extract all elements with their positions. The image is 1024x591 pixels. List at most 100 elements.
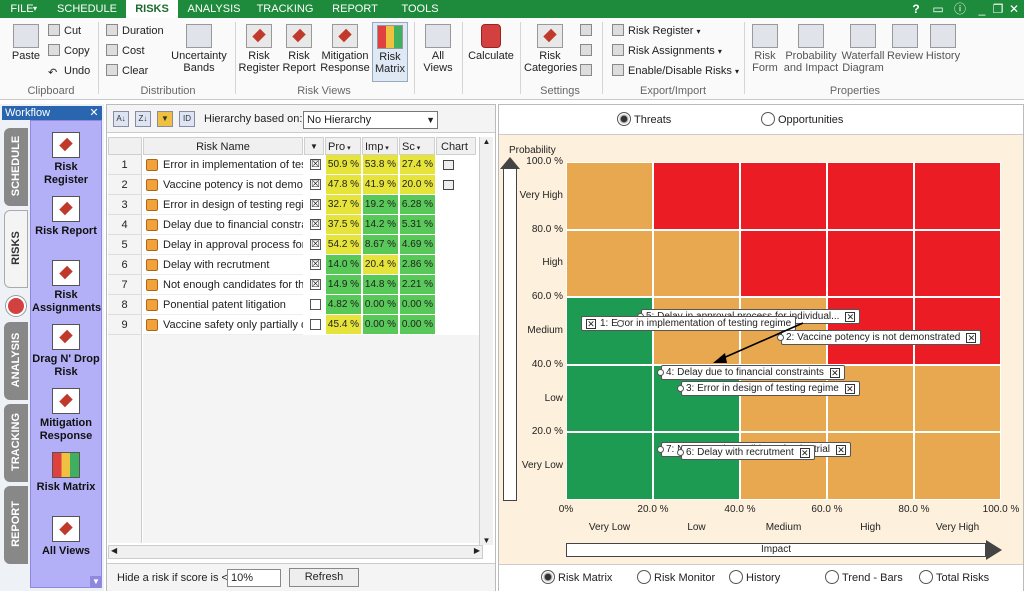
view-trend-bars-radio[interactable]: Trend - Bars [825, 570, 903, 586]
paste-button[interactable]: Paste [8, 24, 44, 62]
risk-point[interactable] [677, 448, 684, 456]
chart-cell-icon[interactable] [443, 160, 454, 170]
risk-enabled-checkbox[interactable]: ☒ [310, 239, 321, 250]
risk-register-button[interactable]: Risk Register [238, 24, 280, 74]
view-risk-matrix-radio[interactable]: Risk Matrix [541, 570, 612, 586]
workflow-risk-report[interactable]: Risk Report [32, 196, 100, 238]
risk-callout[interactable]: 3: Error in design of testing regime ✕ [681, 381, 860, 397]
matrix-cell[interactable] [566, 297, 653, 365]
close-icon[interactable]: ✕ [836, 444, 846, 455]
risk-callout[interactable]: 2: Vaccine potency is not demonstrated ✕ [781, 330, 982, 346]
matrix-cell[interactable] [827, 162, 914, 230]
restore-icon[interactable]: ❐ [990, 0, 1006, 18]
row-number[interactable]: 1 [108, 155, 142, 175]
workflow-risk-assignments[interactable]: Risk Assignments [32, 260, 101, 315]
settings-icon-3[interactable] [580, 64, 596, 78]
table-row-name[interactable]: Delay with recrutment [143, 255, 303, 275]
row-number[interactable]: 6 [108, 255, 142, 275]
workflow-drag-drop-risk[interactable]: Drag N' Drop Risk [32, 324, 100, 379]
risk-enabled-checkbox[interactable]: ☒ [310, 199, 321, 210]
col-header-chart[interactable]: Chart [436, 137, 476, 155]
tab-report[interactable]: REPORT [328, 0, 382, 18]
sidebar-tab-risks[interactable]: RISKS [4, 210, 28, 288]
workflow-risk-register[interactable]: Risk Register [32, 132, 100, 187]
calculate-button[interactable]: Calculate [466, 24, 516, 62]
close-icon[interactable]: ✕ [844, 384, 855, 395]
probability-cell[interactable]: 14.0 % [326, 255, 361, 275]
matrix-cell[interactable] [914, 162, 1001, 230]
workflow-all-views[interactable]: All Views [32, 516, 100, 558]
workflow-risk-matrix[interactable]: Risk Matrix [32, 452, 100, 494]
risk-callout[interactable]: 6: Delay with recrutment ✕ [681, 444, 815, 460]
waterfall-diagram-button[interactable]: Waterfall Diagram [840, 24, 886, 74]
settings-icon-1[interactable] [580, 24, 596, 38]
opportunities-radio[interactable]: Opportunities [761, 112, 843, 128]
minimize-icon[interactable]: _ [974, 0, 990, 18]
close-icon[interactable]: ✕ [966, 333, 977, 344]
tab-analysis[interactable]: ANALYSIS [184, 0, 244, 18]
col-header-impact[interactable]: Imp ▾ [362, 137, 398, 155]
copy-button[interactable]: Copy [48, 44, 90, 58]
col-header-probability[interactable]: Pro ▾ [325, 137, 361, 155]
risk-enabled-checkbox[interactable]: ☒ [310, 179, 321, 190]
score-cell[interactable]: 0.00 % [400, 315, 435, 335]
scroll-down-icon[interactable]: ▼ [90, 576, 102, 588]
table-row-name[interactable]: Delay due to financial constrain [143, 215, 303, 235]
risk-enabled-checkbox[interactable]: ☒ [310, 219, 321, 230]
risk-enabled-checkbox[interactable]: ☒ [310, 159, 321, 170]
close-icon[interactable]: ✕ [586, 318, 596, 329]
impact-cell[interactable]: 0.00 % [363, 295, 398, 315]
grid-vertical-scrollbar[interactable]: ▲ ▼ [479, 137, 493, 545]
risk-point[interactable] [617, 319, 624, 327]
matrix-cell[interactable] [740, 229, 827, 298]
matrix-cell[interactable] [914, 432, 1001, 500]
sidebar-tab-analysis[interactable]: ANALYSIS [4, 322, 28, 400]
score-cell[interactable]: 27.4 % [400, 155, 435, 175]
col-header-score[interactable]: Sc ▾ [399, 137, 435, 155]
close-icon[interactable]: ✕ [799, 447, 810, 458]
sidebar-tab-schedule[interactable]: SCHEDULE [4, 128, 28, 206]
duration-button[interactable]: Duration [106, 24, 164, 38]
score-cell[interactable]: 5.31 % [400, 215, 435, 235]
impact-cell[interactable]: 0.00 % [363, 315, 398, 335]
all-views-button[interactable]: All Views [420, 24, 456, 74]
matrix-cell[interactable] [566, 229, 653, 298]
scroll-left-icon[interactable]: ◀ [111, 546, 117, 555]
matrix-cell[interactable] [653, 229, 740, 298]
feedback-icon[interactable]: ▭ [930, 0, 946, 18]
review-button[interactable]: Review [886, 24, 924, 62]
file-menu-dropdown-icon[interactable]: ▾ [30, 0, 40, 18]
probability-cell[interactable]: 14.9 % [326, 275, 361, 295]
row-number[interactable]: 2 [108, 175, 142, 195]
table-row-name[interactable]: Not enough candidates for the t [143, 275, 303, 295]
risk-report-button[interactable]: Risk Report [280, 24, 318, 74]
impact-cell[interactable]: 41.9 % [363, 175, 398, 195]
table-row-name[interactable]: Vaccine safety only partially de [143, 315, 303, 335]
impact-cell[interactable]: 20.4 % [363, 255, 398, 275]
filter-icon[interactable]: ▼ [157, 111, 173, 127]
uncertainty-bands-button[interactable]: Uncertainty Bands [168, 24, 230, 74]
risk-enabled-checkbox[interactable]: ☒ [310, 259, 321, 270]
enable-disable-risks-button[interactable]: Enable/Disable Risks ▾ [612, 64, 739, 79]
sidebar-tab-tracking[interactable]: TRACKING [4, 404, 28, 482]
risk-matrix-button[interactable]: Risk Matrix [372, 22, 408, 82]
grid-horizontal-scrollbar[interactable]: ◀ ▶ [108, 545, 483, 559]
col-header-filter[interactable]: ▼ [304, 137, 324, 155]
impact-cell[interactable]: 14.8 % [363, 275, 398, 295]
cut-button[interactable]: Cut [48, 24, 81, 38]
score-cell[interactable]: 2.21 % [400, 275, 435, 295]
matrix-cell[interactable] [653, 297, 740, 365]
scroll-up-icon[interactable]: ▲ [480, 137, 493, 146]
view-history-radio[interactable]: History [729, 570, 780, 586]
matrix-cell[interactable] [740, 162, 827, 230]
hierarchy-select[interactable]: No Hierarchy ▼ [303, 111, 438, 129]
tab-schedule[interactable]: SCHEDULE [54, 0, 120, 18]
matrix-cell[interactable] [566, 364, 653, 433]
cost-button[interactable]: Cost [106, 44, 145, 58]
close-icon[interactable]: ✕ [88, 106, 100, 120]
probability-cell[interactable]: 47.8 % [326, 175, 361, 195]
probability-cell[interactable]: 50.9 % [326, 155, 361, 175]
table-row-name[interactable]: Vaccine potency is not demonst [143, 175, 303, 195]
undo-button[interactable]: ↶ Undo [48, 64, 90, 79]
threats-radio[interactable]: Threats [617, 112, 671, 128]
